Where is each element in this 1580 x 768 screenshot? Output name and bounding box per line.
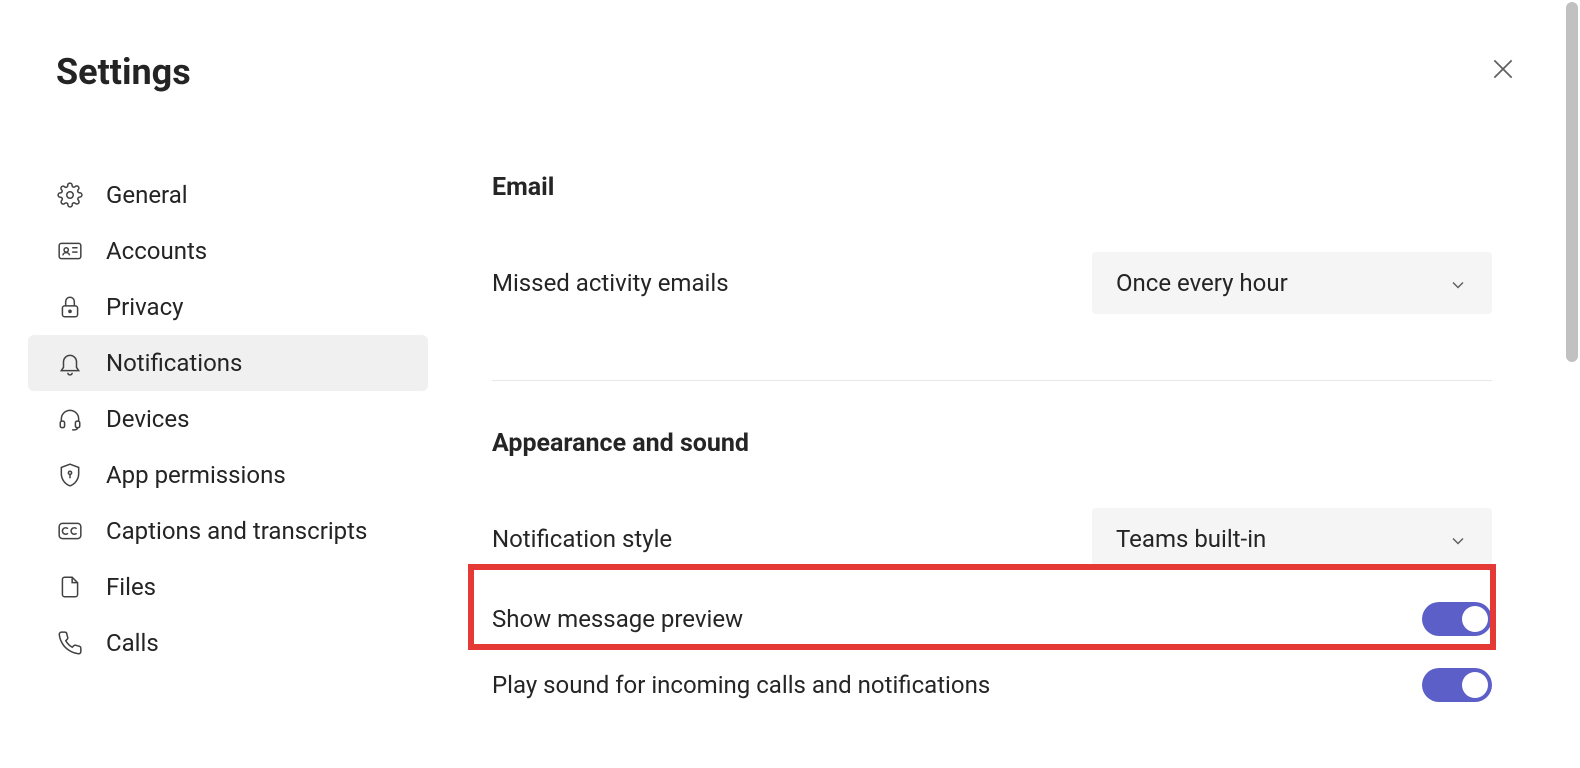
label-notification-style: Notification style [492,525,672,553]
section-title-email: Email [492,173,1492,202]
gear-icon [56,181,84,209]
dropdown-value: Once every hour [1116,269,1288,297]
id-card-icon [56,237,84,265]
label-play-sound: Play sound for incoming calls and notifi… [492,671,990,699]
sidebar-item-label: Accounts [106,237,207,265]
file-icon [56,573,84,601]
chevron-down-icon [1448,529,1468,549]
close-button[interactable] [1482,48,1524,95]
sidebar-item-label: Notifications [106,349,242,377]
row-notification-style: Notification style Teams built-in [492,492,1492,586]
sidebar-item-calls[interactable]: Calls [28,615,428,671]
row-play-sound: Play sound for incoming calls and notifi… [492,652,1492,718]
sidebar-item-label: Files [106,573,156,601]
sidebar-item-label: Calls [106,629,159,657]
close-icon [1490,57,1516,88]
settings-main: Email Missed activity emails Once every … [492,125,1552,768]
bell-icon [56,349,84,377]
toggle-knob [1462,606,1488,632]
phone-icon [56,629,84,657]
sidebar-item-captions[interactable]: Captions and transcripts [28,503,428,559]
dropdown-notification-style[interactable]: Teams built-in [1092,508,1492,570]
dropdown-missed-activity[interactable]: Once every hour [1092,252,1492,314]
sidebar-item-privacy[interactable]: Privacy [28,279,428,335]
sidebar-item-label: Devices [106,405,189,433]
row-missed-activity: Missed activity emails Once every hour [492,236,1492,330]
sidebar-item-app-permissions[interactable]: App permissions [28,447,428,503]
page-title: Settings [56,51,191,93]
toggle-play-sound[interactable] [1422,668,1492,702]
section-appearance: Appearance and sound Notification style … [492,429,1492,718]
sidebar-item-label: Privacy [106,293,184,321]
section-email: Email Missed activity emails Once every … [492,173,1492,330]
section-title-appearance: Appearance and sound [492,429,1492,458]
scrollbar-thumb[interactable] [1566,2,1578,362]
toggle-knob [1462,672,1488,698]
sidebar-item-devices[interactable]: Devices [28,391,428,447]
label-show-preview: Show message preview [492,605,743,633]
sidebar-item-accounts[interactable]: Accounts [28,223,428,279]
sidebar-item-notifications[interactable]: Notifications [28,335,428,391]
sidebar-item-label: General [106,181,188,209]
dropdown-value: Teams built-in [1116,525,1266,553]
sidebar-item-label: App permissions [106,461,286,489]
headset-icon [56,405,84,433]
sidebar-item-files[interactable]: Files [28,559,428,615]
section-divider [492,380,1492,381]
settings-sidebar: General Accounts Privacy Notifications D [28,125,428,768]
label-missed-activity: Missed activity emails [492,269,729,297]
cc-icon [56,517,84,545]
lock-icon [56,293,84,321]
row-show-preview: Show message preview [492,586,1492,652]
sidebar-item-general[interactable]: General [28,167,428,223]
toggle-show-preview[interactable] [1422,602,1492,636]
chevron-down-icon [1448,273,1468,293]
shield-key-icon [56,461,84,489]
sidebar-item-label: Captions and transcripts [106,517,367,545]
